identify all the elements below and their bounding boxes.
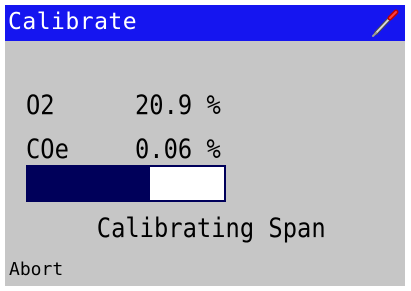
o2-value: 20.9 %	[135, 90, 221, 121]
calibration-status: Calibrating Span	[5, 213, 405, 245]
title-bar: Calibrate	[5, 5, 405, 41]
calibrate-screen: Calibrate O2 20.9 % COe 0.06 % Calibrati…	[5, 5, 405, 286]
o2-label: O2	[26, 90, 55, 121]
calibration-progress-fill	[28, 167, 150, 200]
coe-label: COe	[26, 134, 69, 165]
calibration-progress-bar	[26, 165, 226, 202]
screen-title: Calibrate	[8, 9, 138, 35]
abort-softkey[interactable]: Abort	[9, 259, 63, 281]
coe-value: 0.06 %	[135, 134, 221, 165]
calibration-status-text: Calibrating Span	[96, 213, 326, 244]
probe-icon	[371, 9, 399, 37]
